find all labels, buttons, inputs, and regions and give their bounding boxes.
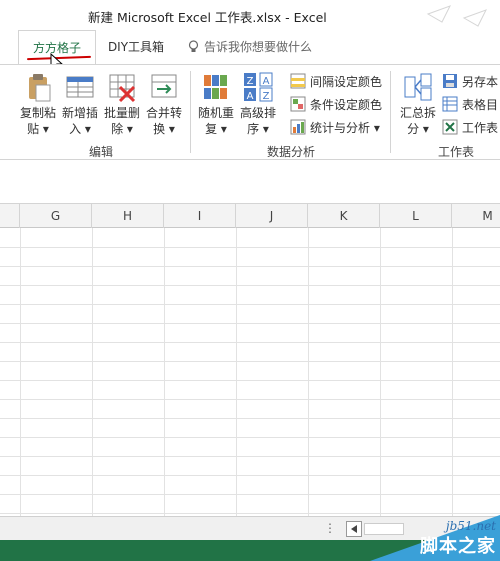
worksheet-icon (442, 119, 458, 135)
svg-text:Z: Z (263, 91, 270, 102)
grid-column-line (380, 228, 381, 516)
column-header-l[interactable]: L (380, 204, 452, 228)
watermark-site-name: 脚本之家 (420, 536, 496, 557)
summary-split-icon (402, 71, 434, 103)
grid-column-line (236, 228, 237, 516)
copy-paste-button[interactable]: 复制粘 贴 ▾ (16, 69, 60, 137)
condition-color-label: 条件设定颜色 (310, 97, 383, 112)
interval-color-label: 间隔设定颜色 (310, 74, 383, 89)
batch-delete-label-2: 除 ▾ (111, 122, 133, 136)
grid-row-line (0, 475, 500, 476)
sheet-bar-splitter[interactable]: ⋮ (324, 521, 336, 535)
save-as-icon (442, 73, 458, 89)
random-repeat-label-1: 随机重 (197, 106, 234, 120)
advanced-sort-button[interactable]: Z A A Z 高级排 序 ▾ (236, 69, 280, 137)
copy-paste-label-1: 复制粘 (19, 106, 56, 120)
tell-me-search[interactable]: 告诉我你想要做什么 (188, 30, 312, 64)
group-label-worksheet: 工作表 (437, 145, 474, 159)
ribbon-tab-row: 方方格子 DIY工具箱 告诉我你想要做什么 (0, 30, 500, 65)
insert-label-1: 新增插 (61, 106, 98, 120)
group-separator (190, 71, 191, 153)
interval-color-button[interactable]: 间隔设定颜色 (290, 71, 382, 91)
grid-row-line (0, 494, 500, 495)
batch-delete-icon (106, 71, 138, 103)
condition-color-icon (290, 96, 306, 112)
title-bar: 新建 Microsoft Excel 工作表.xlsx - Excel (0, 0, 500, 53)
grid-column-line (20, 228, 21, 516)
insert-label-2: 入 ▾ (69, 122, 91, 136)
grid-row-line (0, 380, 500, 381)
stats-analysis-label: 统计与分析 ▾ (310, 120, 380, 135)
sort-az-icon: Z A A Z (242, 71, 274, 103)
svg-text:A: A (247, 91, 254, 102)
grid-row-line (0, 361, 500, 362)
summary-split-label-1: 汇总拆 (399, 106, 436, 120)
column-header-h[interactable]: H (92, 204, 164, 228)
grid-row-line (0, 456, 500, 457)
group-label-data-analysis: 数据分析 (266, 145, 315, 159)
lightbulb-icon (188, 40, 199, 52)
merge-convert-button[interactable]: 合并转 换 ▾ (142, 69, 186, 137)
summary-split-button[interactable]: 汇总拆 分 ▾ (396, 69, 440, 137)
advanced-sort-label-1: 高级排 (239, 106, 276, 120)
spreadsheet-grid[interactable]: G H I J K L M (0, 204, 500, 516)
summary-split-label-2: 分 ▾ (407, 122, 429, 136)
group-separator (390, 71, 391, 153)
grid-column-line (164, 228, 165, 516)
paste-icon (22, 71, 54, 103)
column-header-m[interactable]: M (452, 204, 500, 228)
formula-bar-area[interactable] (0, 160, 500, 204)
column-header-partial[interactable] (0, 204, 20, 228)
grid-row-line (0, 285, 500, 286)
random-repeat-label-2: 复 ▾ (205, 122, 227, 136)
grid-row-line (0, 342, 500, 343)
random-icon (200, 71, 232, 103)
grid-row-line (0, 418, 500, 419)
grid-row-line (0, 323, 500, 324)
grid-row-line (0, 247, 500, 248)
column-header-i[interactable]: I (164, 204, 236, 228)
column-header-k[interactable]: K (308, 204, 380, 228)
watermark-url: jb51.net (445, 519, 496, 533)
grid-column-line (92, 228, 93, 516)
stats-icon (290, 119, 306, 135)
tab-diy-toolbox[interactable]: DIY工具箱 (106, 30, 166, 64)
worksheet-button[interactable]: 工作表 (442, 117, 498, 137)
table-dir-icon (442, 96, 458, 112)
copy-paste-label-2: 贴 ▾ (27, 122, 49, 136)
grid-column-line (452, 228, 453, 516)
window-title: 新建 Microsoft Excel 工作表.xlsx - Excel (88, 10, 327, 25)
table-directory-label: 表格目 (462, 97, 499, 112)
tell-me-placeholder: 告诉我你想要做什么 (204, 40, 313, 54)
save-as-label: 另存本 (462, 74, 499, 89)
save-as-button[interactable]: 另存本 (442, 71, 498, 91)
site-watermark: jb51.net 脚本之家 (340, 501, 500, 561)
svg-text:Z: Z (247, 76, 254, 87)
ribbon-panel: 复制粘 贴 ▾ 新增插 入 ▾ 批量删 除 ▾ 合并转 换 ▾ 编辑 随机重 复… (0, 64, 500, 160)
grid-column-line (308, 228, 309, 516)
batch-delete-label-1: 批量删 (103, 106, 140, 120)
batch-delete-button[interactable]: 批量删 除 ▾ (100, 69, 144, 137)
svg-text:A: A (263, 76, 270, 87)
grid-row-line (0, 437, 500, 438)
grid-row-line (0, 266, 500, 267)
column-header-g[interactable]: G (20, 204, 92, 228)
grid-row-line (0, 399, 500, 400)
merge-convert-icon (148, 71, 180, 103)
column-header-j[interactable]: J (236, 204, 308, 228)
group-label-edit: 编辑 (88, 145, 113, 159)
table-directory-button[interactable]: 表格目 (442, 94, 498, 114)
merge-convert-label-1: 合并转 (145, 106, 182, 120)
worksheet-label: 工作表 (462, 120, 499, 135)
condition-color-button[interactable]: 条件设定颜色 (290, 94, 382, 114)
random-repeat-button[interactable]: 随机重 复 ▾ (194, 69, 238, 137)
insert-button[interactable]: 新增插 入 ▾ (58, 69, 102, 137)
interval-color-icon (290, 73, 306, 89)
column-header-row: G H I J K L M (0, 204, 500, 228)
grid-row-line (0, 304, 500, 305)
insert-icon (64, 71, 96, 103)
advanced-sort-label-2: 序 ▾ (247, 122, 269, 136)
stats-analysis-button[interactable]: 统计与分析 ▾ (290, 117, 380, 137)
merge-convert-label-2: 换 ▾ (153, 122, 175, 136)
